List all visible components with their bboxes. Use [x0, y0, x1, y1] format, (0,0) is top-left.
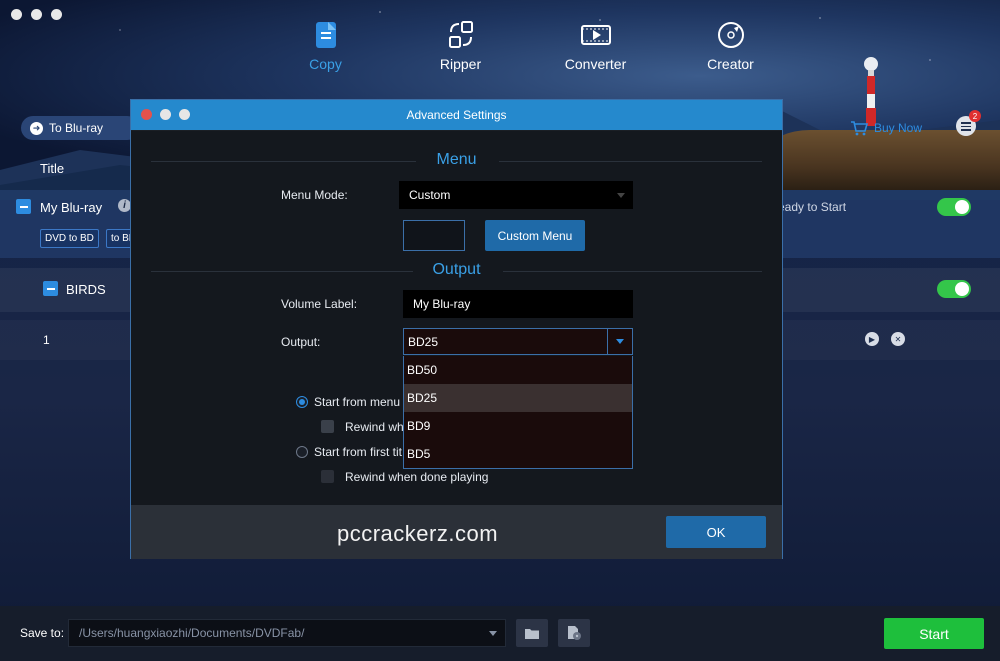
nav-ripper-label: Ripper	[439, 56, 482, 72]
folder-icon	[525, 628, 539, 639]
buy-now-label: Buy Now	[874, 121, 923, 135]
output-select[interactable]: BD25	[403, 328, 633, 355]
row-title: BIRDS	[66, 282, 106, 297]
chevron-down-icon[interactable]	[607, 329, 632, 354]
menu-mode-select[interactable]: Custom	[399, 181, 633, 209]
advanced-settings-dialog: Advanced Settings Menu Menu Mode: Custom…	[130, 99, 783, 559]
rewind-when-done-label: Rewind when done playing	[345, 470, 489, 484]
dropdown-option-selected[interactable]: BD25	[404, 384, 632, 412]
to-bluray-label: To Blu-ray	[49, 121, 104, 135]
row-checkbox[interactable]	[43, 281, 58, 296]
cart-icon	[851, 121, 868, 136]
save-path-value: /Users/huangxiaozhi/Documents/DVDFab/	[79, 626, 305, 640]
start-from-first-title-radio[interactable]	[296, 446, 308, 458]
buy-now-button[interactable]: Buy Now	[850, 120, 922, 136]
chevron-down-icon[interactable]	[489, 631, 497, 636]
source-tag: DVD to BD	[40, 229, 99, 248]
dialog-body: Menu Menu Mode: Custom Custom Menu Outpu…	[131, 131, 782, 505]
disc-file-icon	[568, 626, 581, 640]
save-path-input[interactable]: /Users/huangxiaozhi/Documents/DVDFab/	[68, 619, 506, 647]
dialog-window-controls	[141, 109, 190, 120]
copy-icon	[315, 22, 336, 48]
dropdown-option[interactable]: BD5	[404, 440, 632, 468]
volume-label-input[interactable]: My Blu-ray	[403, 290, 633, 318]
menu-section-header: Menu	[131, 151, 782, 171]
arrow-right-icon: ➜	[30, 121, 43, 135]
nav-converter-label: Converter	[564, 56, 627, 72]
browse-folder-button[interactable]	[516, 619, 548, 647]
nav-creator[interactable]: Creator	[663, 20, 798, 90]
dropdown-option[interactable]: BD50	[404, 356, 632, 384]
rewind-checkbox[interactable]	[321, 420, 334, 433]
list-icon-line	[961, 122, 971, 124]
start-from-menu-label: Start from menu	[314, 395, 401, 409]
row-status: eady to Start	[778, 200, 847, 214]
dropdown-option[interactable]: BD9	[404, 412, 632, 440]
dialog-maximize-button[interactable]	[179, 109, 190, 120]
window-controls	[11, 9, 62, 20]
creator-icon	[717, 22, 744, 48]
notification-badge: 2	[969, 110, 981, 122]
menu-mode-value: Custom	[409, 188, 451, 202]
row-title: My Blu-ray	[40, 200, 103, 215]
output-section-title: Output	[432, 261, 481, 278]
play-icon[interactable]: ▶	[865, 332, 879, 346]
watermark-text: pccrackerz.com	[337, 521, 499, 546]
menu-preview-swatch[interactable]	[403, 220, 465, 251]
output-section-header: Output	[131, 261, 782, 281]
dialog-titlebar: Advanced Settings	[131, 100, 782, 130]
menu-section-title: Menu	[436, 151, 477, 168]
start-button[interactable]: Start	[884, 618, 984, 649]
ripper-icon	[448, 21, 473, 48]
minimize-window-button[interactable]	[31, 9, 42, 20]
nav-ripper[interactable]: Ripper	[393, 20, 528, 90]
iso-output-button[interactable]	[558, 619, 590, 647]
dialog-minimize-button[interactable]	[160, 109, 171, 120]
close-window-button[interactable]	[11, 9, 22, 20]
row-toggle[interactable]	[937, 280, 971, 298]
dialog-footer: pccrackerz.com OK	[131, 505, 782, 559]
top-navigation: Copy Ripper Converter Creator	[258, 20, 798, 90]
start-from-first-title-label: Start from first tit	[314, 445, 403, 459]
rewind-label: Rewind wh	[345, 420, 404, 434]
maximize-window-button[interactable]	[51, 9, 62, 20]
row-checkbox[interactable]	[16, 199, 31, 214]
nav-creator-label: Creator	[707, 56, 754, 72]
converter-icon	[580, 25, 611, 45]
title-column-header: Title	[40, 161, 65, 176]
save-to-label: Save to:	[20, 626, 65, 640]
nav-copy-label: Copy	[309, 56, 342, 72]
row-title: 1	[43, 333, 50, 347]
dialog-title: Advanced Settings	[406, 108, 507, 122]
custom-menu-button[interactable]: Custom Menu	[485, 220, 585, 251]
row-toggle[interactable]	[937, 198, 971, 216]
output-dropdown-list: BD50 BD25 BD9 BD5	[403, 356, 633, 469]
volume-label-value: My Blu-ray	[413, 297, 471, 311]
remove-icon[interactable]: ✕	[891, 332, 905, 346]
start-from-menu-radio[interactable]	[296, 396, 308, 408]
chevron-down-icon	[617, 193, 625, 198]
rewind-when-done-checkbox[interactable]	[321, 470, 334, 483]
list-icon-line	[961, 129, 971, 131]
menu-mode-label: Menu Mode:	[281, 188, 348, 202]
task-queue-button[interactable]: 2	[956, 110, 981, 136]
nav-converter[interactable]: Converter	[528, 20, 663, 90]
background-cliff	[770, 130, 1000, 190]
volume-label-label: Volume Label:	[281, 297, 358, 311]
ok-button[interactable]: OK	[666, 516, 766, 548]
output-value: BD25	[408, 335, 439, 349]
list-icon-line	[961, 125, 971, 127]
to-bluray-mode-button[interactable]: ➜ To Blu-ray	[21, 116, 139, 140]
dialog-close-button[interactable]	[141, 109, 152, 120]
output-label: Output:	[281, 335, 321, 349]
nav-copy[interactable]: Copy	[258, 20, 393, 90]
